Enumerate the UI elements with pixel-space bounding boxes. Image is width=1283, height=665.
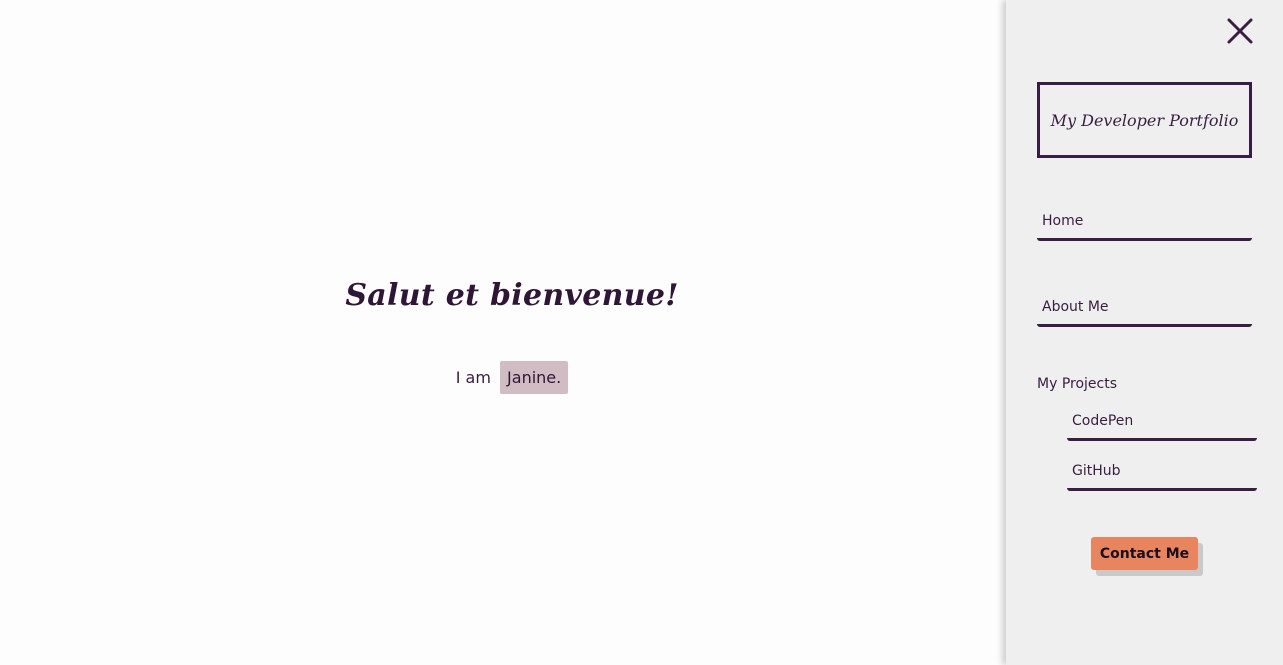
portfolio-logo[interactable]: My Developer Portfolio bbox=[1037, 82, 1252, 158]
sidebar-menu: My Developer Portfolio Home About Me My … bbox=[1006, 0, 1283, 665]
intro-prefix: I am bbox=[455, 368, 491, 387]
projects-section-label: My Projects bbox=[1037, 376, 1118, 392]
main-content: Salut et bienvenue! I am Janine. bbox=[0, 0, 1006, 665]
nav-link-github[interactable]: GitHub bbox=[1067, 463, 1257, 491]
close-icon[interactable] bbox=[1226, 17, 1254, 45]
nav-link-home[interactable]: Home bbox=[1037, 213, 1252, 241]
hero-title: Salut et bienvenue! bbox=[345, 278, 679, 313]
name-highlight: Janine. bbox=[500, 361, 569, 394]
intro-line: I am Janine. bbox=[0, 361, 1024, 394]
nav-link-about[interactable]: About Me bbox=[1037, 299, 1252, 327]
contact-button[interactable]: Contact Me bbox=[1091, 537, 1198, 570]
nav-link-codepen[interactable]: CodePen bbox=[1067, 413, 1257, 441]
